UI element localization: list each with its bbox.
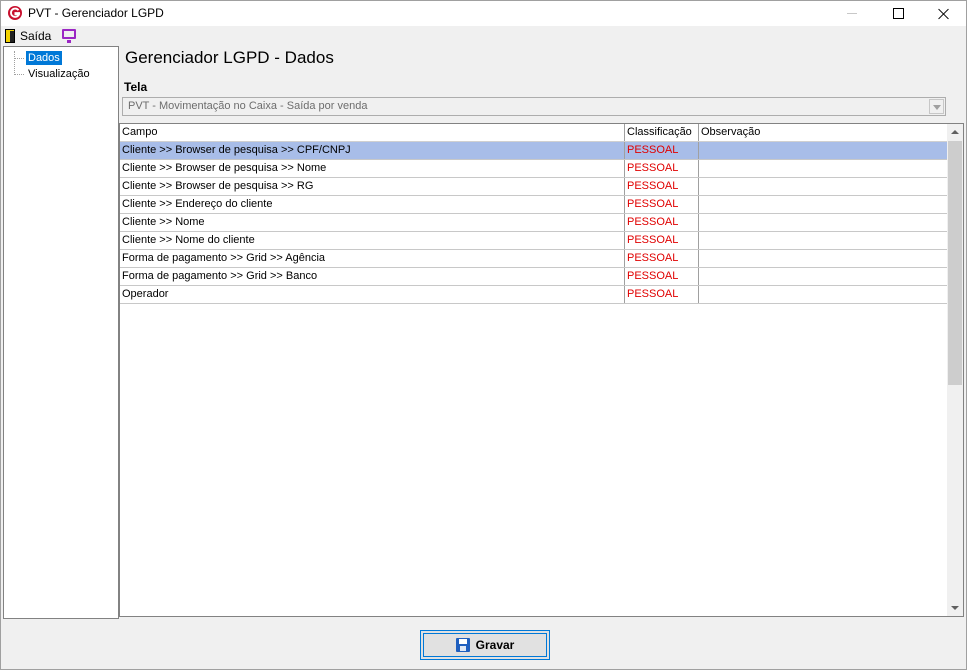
cell-classificacao[interactable]: PESSOAL xyxy=(625,142,699,159)
scroll-down-icon[interactable] xyxy=(951,606,959,610)
table-row[interactable]: Cliente >> Endereço do cliente PESSOAL xyxy=(120,196,948,214)
cell-campo[interactable]: Forma de pagamento >> Grid >> Agência xyxy=(120,250,625,267)
tree-connector xyxy=(14,74,24,75)
cell-campo[interactable]: Cliente >> Browser de pesquisa >> Nome xyxy=(120,160,625,177)
tela-label: Tela xyxy=(124,80,148,94)
app-window: PVT - Gerenciador LGPD Saída Dados Visua… xyxy=(0,0,967,670)
maximize-button[interactable] xyxy=(875,1,921,26)
menu-bar: Saída xyxy=(1,26,966,45)
app-logo-icon xyxy=(8,6,22,20)
cell-classificacao[interactable]: PESSOAL xyxy=(625,178,699,195)
table-row[interactable]: Cliente >> Browser de pesquisa >> RG PES… xyxy=(120,178,948,196)
exit-menu-item[interactable]: Saída xyxy=(5,28,51,44)
save-button-label: Gravar xyxy=(475,638,515,652)
cell-observacao[interactable] xyxy=(699,286,948,303)
table-row[interactable]: Cliente >> Browser de pesquisa >> CPF/CN… xyxy=(120,142,948,160)
table-row[interactable]: Cliente >> Nome do cliente PESSOAL xyxy=(120,232,948,250)
cell-observacao[interactable] xyxy=(699,178,948,195)
cell-observacao[interactable] xyxy=(699,214,948,231)
cell-classificacao[interactable]: PESSOAL xyxy=(625,268,699,285)
tree-item-visualizacao[interactable]: Visualização xyxy=(26,67,92,81)
title-bar: PVT - Gerenciador LGPD xyxy=(1,1,966,26)
cell-campo[interactable]: Cliente >> Nome xyxy=(120,214,625,231)
cell-campo[interactable]: Cliente >> Nome do cliente xyxy=(120,232,625,249)
column-header-observacao[interactable]: Observação xyxy=(699,124,948,141)
cell-classificacao[interactable]: PESSOAL xyxy=(625,196,699,213)
grid-vertical-scrollbar[interactable] xyxy=(947,124,963,616)
scroll-up-icon[interactable] xyxy=(951,130,959,134)
door-exit-icon xyxy=(5,29,15,43)
column-header-classificacao[interactable]: Classificação xyxy=(625,124,699,141)
fields-grid: Campo Classificação Observação Cliente >… xyxy=(119,123,964,617)
cell-observacao[interactable] xyxy=(699,268,948,285)
scrollbar-thumb[interactable] xyxy=(948,141,962,385)
cell-campo[interactable]: Cliente >> Browser de pesquisa >> RG xyxy=(120,178,625,195)
monitor-icon[interactable] xyxy=(62,29,76,43)
cell-classificacao[interactable]: PESSOAL xyxy=(625,232,699,249)
window-title: PVT - Gerenciador LGPD xyxy=(28,6,164,20)
cell-campo[interactable]: Cliente >> Endereço do cliente xyxy=(120,196,625,213)
navigation-tree: Dados Visualização xyxy=(3,46,119,619)
table-row[interactable]: Cliente >> Browser de pesquisa >> Nome P… xyxy=(120,160,948,178)
cell-campo[interactable]: Cliente >> Browser de pesquisa >> CPF/CN… xyxy=(120,142,625,159)
grid-header: Campo Classificação Observação xyxy=(120,124,948,142)
tela-select-value: PVT - Movimentação no Caixa - Saída por … xyxy=(128,100,368,112)
exit-menu-label: Saída xyxy=(20,29,52,43)
close-icon xyxy=(938,8,950,20)
minimize-icon xyxy=(847,13,857,14)
tela-select-dropdown-button[interactable] xyxy=(929,99,944,114)
cell-classificacao[interactable]: PESSOAL xyxy=(625,250,699,267)
cell-observacao[interactable] xyxy=(699,196,948,213)
tree-item-dados[interactable]: Dados xyxy=(25,50,63,66)
save-button[interactable]: Gravar xyxy=(420,630,550,660)
floppy-disk-icon xyxy=(455,638,470,652)
cell-classificacao[interactable]: PESSOAL xyxy=(625,160,699,177)
table-row[interactable]: Cliente >> Nome PESSOAL xyxy=(120,214,948,232)
cell-classificacao[interactable]: PESSOAL xyxy=(625,286,699,303)
close-button[interactable] xyxy=(921,1,967,26)
minimize-button[interactable] xyxy=(829,1,875,26)
tela-select[interactable]: PVT - Movimentação no Caixa - Saída por … xyxy=(122,97,946,116)
grid-rows: Cliente >> Browser de pesquisa >> CPF/CN… xyxy=(120,142,948,304)
cell-observacao[interactable] xyxy=(699,250,948,267)
table-row[interactable]: Forma de pagamento >> Grid >> Agência PE… xyxy=(120,250,948,268)
cell-observacao[interactable] xyxy=(699,232,948,249)
page-title: Gerenciador LGPD - Dados xyxy=(125,48,334,67)
cell-campo[interactable]: Operador xyxy=(120,286,625,303)
cell-observacao[interactable] xyxy=(699,160,948,177)
cell-classificacao[interactable]: PESSOAL xyxy=(625,214,699,231)
table-row[interactable]: Forma de pagamento >> Grid >> Banco PESS… xyxy=(120,268,948,286)
cell-campo[interactable]: Forma de pagamento >> Grid >> Banco xyxy=(120,268,625,285)
tree-connector xyxy=(14,51,15,75)
maximize-icon xyxy=(892,8,904,19)
table-row[interactable]: Operador PESSOAL xyxy=(120,286,948,304)
tree-connector xyxy=(14,58,24,59)
column-header-campo[interactable]: Campo xyxy=(120,124,625,141)
cell-observacao[interactable] xyxy=(699,142,948,159)
chevron-down-icon xyxy=(933,105,941,110)
